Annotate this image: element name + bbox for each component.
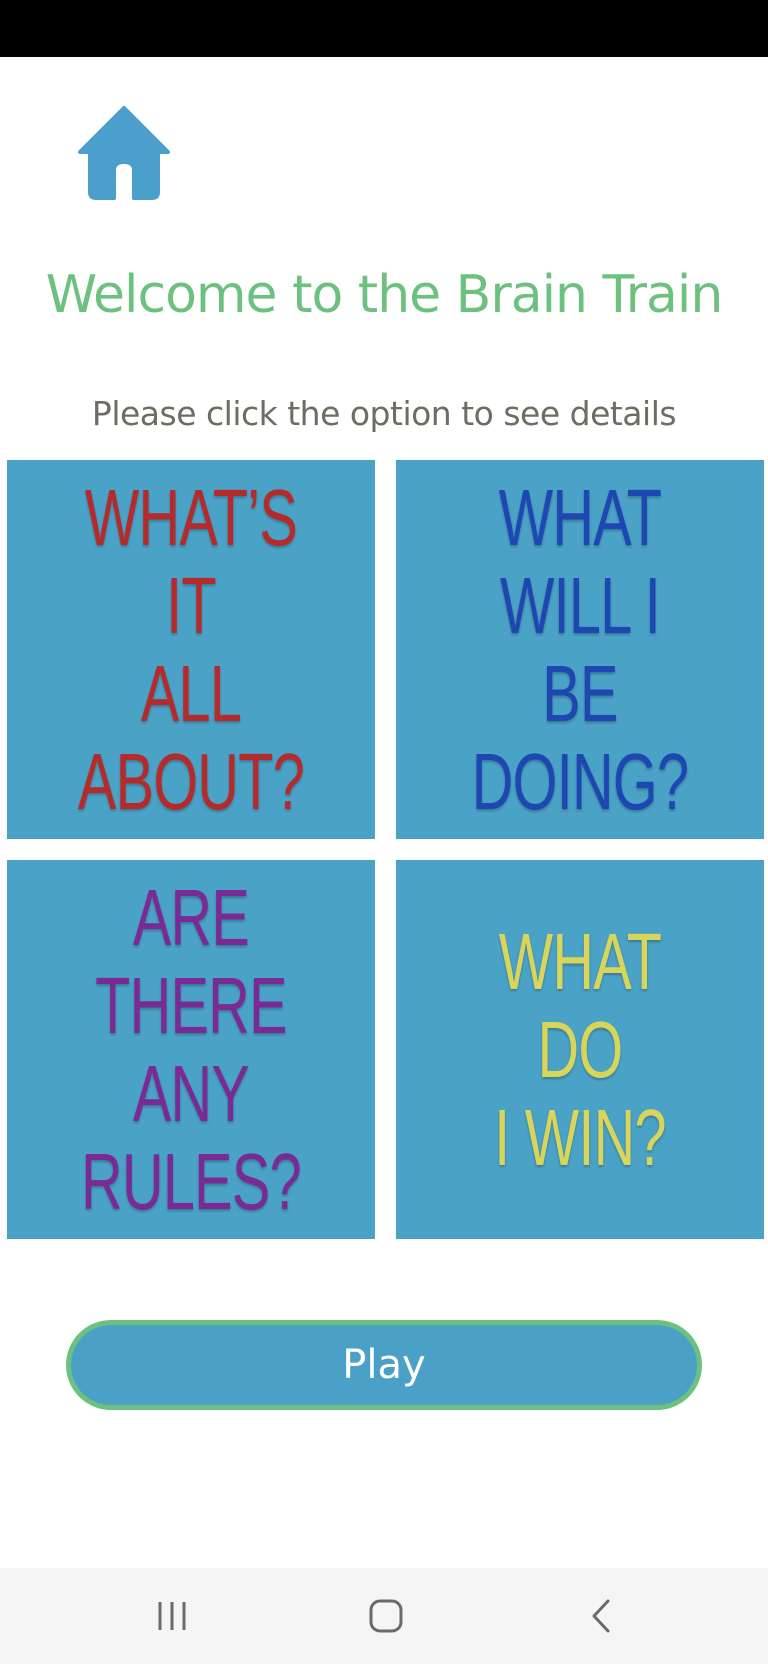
nav-home-button[interactable] [354, 1584, 418, 1648]
home-icon [78, 106, 170, 200]
tile-what-will-i-be-doing[interactable]: WHAT WILL I BE DOING? [396, 460, 764, 839]
back-icon [592, 1599, 610, 1633]
page-title: Welcome to the Brain Train [45, 265, 724, 325]
tile-label: WHAT WILL I BE DOING? [471, 472, 689, 826]
tile-what-do-i-win[interactable]: WHAT DO I WIN? [396, 860, 764, 1239]
nav-home-icon [369, 1599, 403, 1633]
navigation-bar [0, 1568, 768, 1664]
play-button[interactable]: Play [66, 1320, 702, 1410]
tile-are-there-any-rules[interactable]: ARE THERE ANY RULES? [7, 860, 375, 1239]
tile-label: ARE THERE ANY RULES? [81, 872, 302, 1226]
status-bar [0, 0, 768, 57]
recents-icon [158, 1602, 186, 1630]
subtitle: Please click the option to see details [91, 394, 677, 433]
recents-button[interactable] [140, 1584, 204, 1648]
tile-label: WHAT’S IT ALL ABOUT? [77, 472, 305, 826]
tile-label: WHAT DO I WIN? [494, 916, 666, 1182]
back-button[interactable] [570, 1584, 634, 1648]
tile-whats-it-all-about[interactable]: WHAT’S IT ALL ABOUT? [7, 460, 375, 839]
home-button[interactable] [76, 104, 172, 200]
